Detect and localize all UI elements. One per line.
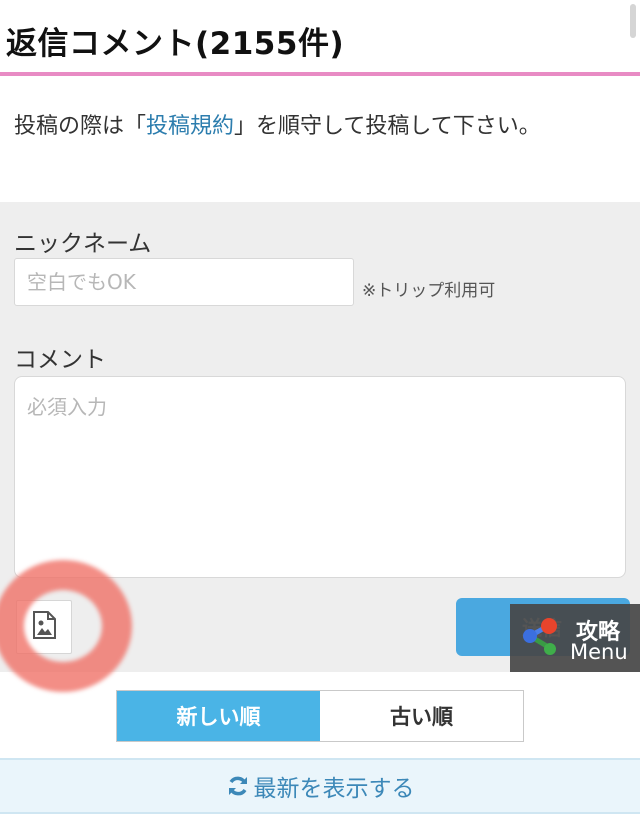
comment-label: コメント: [14, 347, 106, 373]
trip-note: ※トリップ利用可: [362, 281, 496, 301]
comment-section-page: 返信コメント(2155件) 投稿の際は「投稿規約」を順守して投稿して下さい。 ニ…: [0, 0, 640, 816]
sort-toggle: 新しい順 古い順: [116, 690, 524, 742]
nickname-label: ニックネーム: [14, 231, 152, 257]
notice-suffix: 」を順守して投稿して下さい。: [234, 114, 541, 139]
refresh-latest-button[interactable]: 最新を表示する: [0, 758, 640, 814]
sort-newest-tab[interactable]: 新しい順: [117, 691, 320, 741]
posting-notice: 投稿の際は「投稿規約」を順守して投稿して下さい。: [14, 106, 604, 148]
scrollbar-thumb[interactable]: [630, 4, 636, 38]
nickname-input[interactable]: [14, 258, 354, 306]
strategy-menu-button[interactable]: 攻略 Menu: [510, 604, 640, 672]
terms-link[interactable]: 投稿規約: [146, 114, 234, 139]
refresh-icon: [226, 774, 250, 798]
network-logo-icon: [518, 616, 562, 664]
comment-textarea[interactable]: [14, 376, 626, 578]
highlight-annotation: [0, 560, 132, 692]
menu-subtitle: Menu: [570, 640, 628, 664]
section-title: 返信コメント(2155件): [6, 26, 345, 62]
section-header: 返信コメント(2155件): [0, 0, 640, 76]
refresh-label: 最新を表示する: [253, 776, 415, 802]
sort-oldest-tab[interactable]: 古い順: [320, 691, 523, 741]
notice-prefix: 投稿の際は「: [14, 114, 147, 139]
